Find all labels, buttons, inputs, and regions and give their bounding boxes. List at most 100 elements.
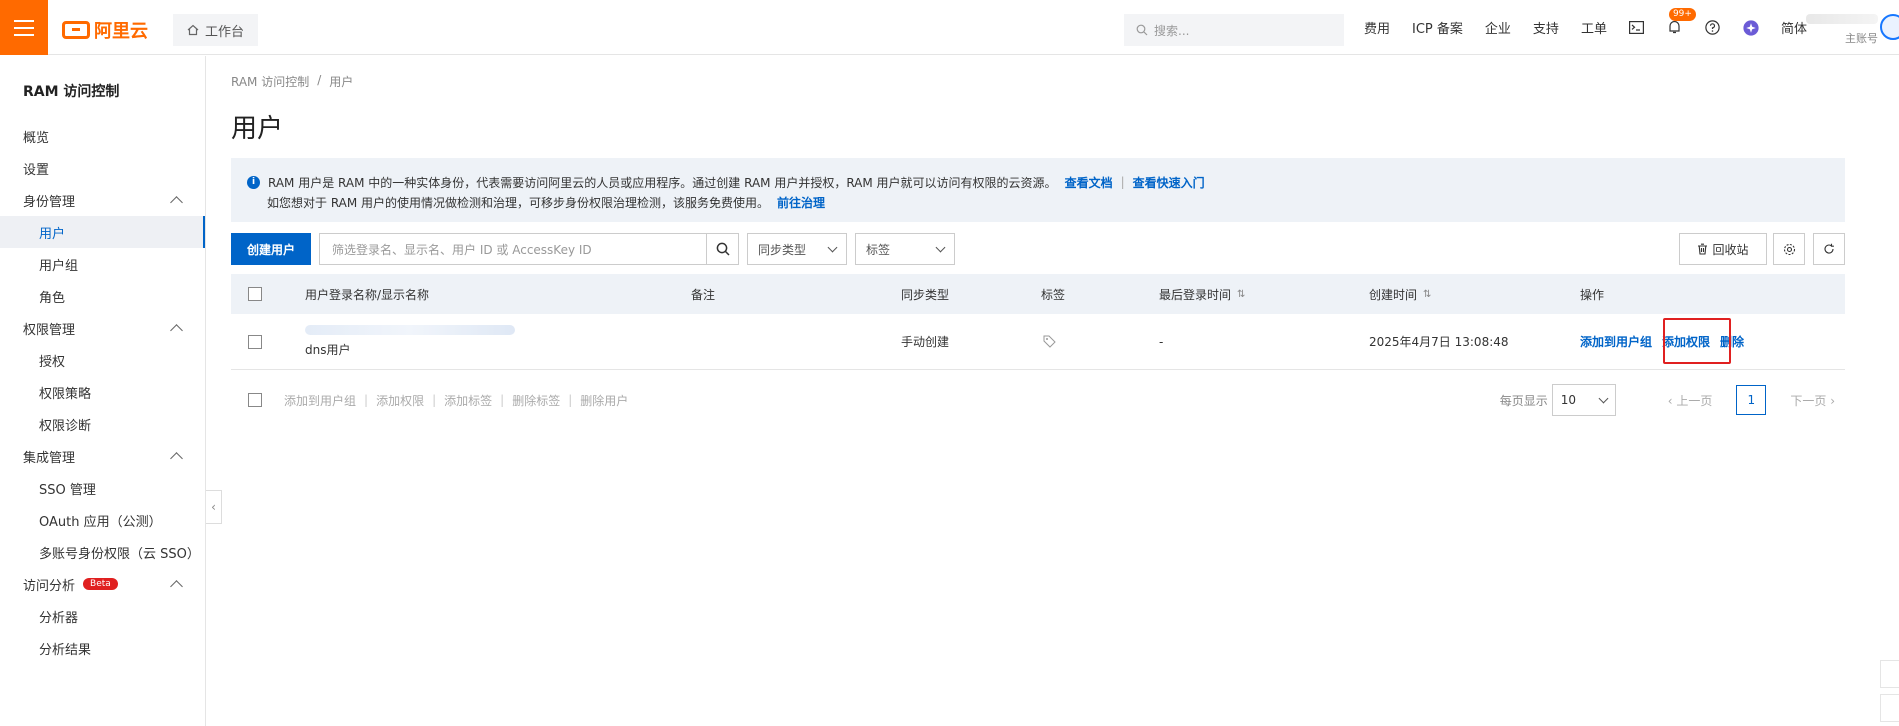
breadcrumb: RAM 访问控制 / 用户 bbox=[231, 73, 353, 90]
sidebar-group-access-analysis[interactable]: 访问分析 Beta bbox=[0, 568, 205, 600]
login-name-redacted[interactable] bbox=[305, 325, 515, 335]
chevron-up-icon bbox=[170, 196, 183, 209]
sidebar-item-overview[interactable]: 概览 bbox=[0, 120, 205, 152]
governance-link[interactable]: 前往治理 bbox=[777, 194, 825, 211]
chevron-up-icon bbox=[170, 580, 183, 593]
sidebar-group-permissions[interactable]: 权限管理 bbox=[0, 312, 205, 344]
table-footer: 添加到用户组 | 添加权限 | 添加标签 | 删除标签 | 删除用户 每页显示 … bbox=[231, 382, 1845, 418]
sidebar-group-integration[interactable]: 集成管理 bbox=[0, 440, 205, 472]
breadcrumb-ram[interactable]: RAM 访问控制 bbox=[231, 73, 309, 90]
nav-support[interactable]: 支持 bbox=[1533, 18, 1559, 37]
page-size-select[interactable]: 10 bbox=[1551, 384, 1616, 416]
batch-remove-tag[interactable]: 删除标签 bbox=[512, 392, 560, 409]
tags-select[interactable]: 标签 bbox=[855, 233, 955, 265]
page-1-button[interactable]: 1 bbox=[1736, 385, 1767, 415]
sync-type-label: 同步类型 bbox=[758, 242, 807, 257]
batch-separator: | bbox=[364, 393, 369, 407]
sidebar-item-label: 权限策略 bbox=[39, 386, 92, 402]
col-username: 用户登录名称/显示名称 bbox=[305, 287, 430, 302]
sidebar-group-identity[interactable]: 身份管理 bbox=[0, 184, 205, 216]
nav-ticket[interactable]: 工单 bbox=[1581, 18, 1607, 37]
batch-separator: | bbox=[432, 393, 437, 407]
chevron-left-icon: ‹ bbox=[211, 500, 216, 514]
cart-icon[interactable] bbox=[1880, 660, 1899, 688]
batch-separator: | bbox=[568, 393, 573, 407]
select-all-checkbox[interactable] bbox=[248, 287, 262, 301]
batch-add-permission[interactable]: 添加权限 bbox=[376, 392, 424, 409]
terminal-icon[interactable] bbox=[1629, 20, 1645, 36]
table-row: dns用户 手动创建 - 2025年4月7日 13:08:48 添加到用户组 添… bbox=[231, 314, 1845, 370]
refresh-button[interactable] bbox=[1813, 233, 1845, 265]
feedback-icon[interactable] bbox=[1880, 694, 1899, 722]
sidebar-item-label: 授权 bbox=[39, 354, 66, 370]
highlight-box bbox=[1663, 318, 1731, 364]
account-menu[interactable]: 主账号 bbox=[1800, 14, 1878, 46]
bell-icon[interactable]: 99+ bbox=[1667, 7, 1696, 36]
sidebar-item-roles[interactable]: 角色 bbox=[0, 280, 205, 312]
col-actions: 操作 bbox=[1580, 287, 1605, 302]
sidebar-item-label: OAuth 应用（公测） bbox=[39, 514, 162, 530]
home-icon bbox=[187, 24, 199, 36]
sidebar-item-sso[interactable]: SSO 管理 bbox=[0, 472, 205, 504]
sidebar-item-users[interactable]: 用户 bbox=[0, 216, 205, 248]
breadcrumb-separator: / bbox=[317, 73, 322, 87]
sidebar-item-label: 用户 bbox=[39, 226, 66, 242]
trash-icon bbox=[1698, 243, 1708, 255]
next-page-button[interactable]: 下一页 › bbox=[1790, 392, 1835, 409]
col-last-login[interactable]: 最后登录时间 ⇅ bbox=[1159, 274, 1245, 314]
sidebar-item-cloud-sso[interactable]: 多账号身份权限（云 SSO） bbox=[0, 536, 205, 568]
batch-delete-users[interactable]: 删除用户 bbox=[580, 392, 628, 409]
sidebar-item-diagnosis[interactable]: 权限诊断 bbox=[0, 408, 205, 440]
user-name-cell: dns用户 bbox=[305, 314, 515, 369]
sidebar-item-label: 访问分析 bbox=[23, 578, 76, 594]
batch-separator: | bbox=[500, 393, 505, 407]
sidebar-collapse-button[interactable]: ‹ bbox=[206, 490, 222, 524]
chevron-down-icon bbox=[935, 242, 946, 252]
recycle-bin-button[interactable]: 回收站 bbox=[1679, 233, 1767, 265]
nav-enterprise[interactable]: 企业 bbox=[1485, 18, 1511, 37]
sidebar-item-analysis-results[interactable]: 分析结果 bbox=[0, 632, 205, 664]
brand-logo[interactable]: 阿里云 bbox=[62, 17, 148, 43]
sidebar-item-settings[interactable]: 设置 bbox=[0, 152, 205, 184]
row-checkbox[interactable] bbox=[248, 334, 262, 349]
tag-icon[interactable] bbox=[1043, 314, 1056, 369]
batch-add-to-group[interactable]: 添加到用户组 bbox=[284, 392, 356, 409]
col-sync-type: 同步类型 bbox=[901, 287, 950, 302]
workbench-button[interactable]: 工作台 bbox=[173, 14, 259, 46]
sidebar-title: RAM 访问控制 bbox=[23, 84, 120, 100]
pagination: 每页显示 10 ‹ 上一页 1 下一页 › bbox=[1500, 382, 1845, 418]
filter-input[interactable]: 筛选登录名、显示名、用户 ID 或 AccessKey ID bbox=[319, 233, 707, 265]
filter-search-button[interactable] bbox=[707, 233, 739, 265]
nav-icp[interactable]: ICP 备案 bbox=[1412, 18, 1463, 37]
sidebar-item-analyzer[interactable]: 分析器 bbox=[0, 600, 205, 632]
next-page-label: 下一页 bbox=[1790, 393, 1827, 408]
aliyun-logo-icon bbox=[62, 21, 90, 39]
sidebar-item-policies[interactable]: 权限策略 bbox=[0, 376, 205, 408]
sidebar-item-grants[interactable]: 授权 bbox=[0, 344, 205, 376]
add-to-group-link[interactable]: 添加到用户组 bbox=[1580, 333, 1652, 350]
col-last-login-label: 最后登录时间 bbox=[1159, 287, 1232, 302]
avatar[interactable] bbox=[1880, 14, 1899, 40]
sidebar-item-user-groups[interactable]: 用户组 bbox=[0, 248, 205, 280]
sync-type-select[interactable]: 同步类型 bbox=[747, 233, 847, 265]
quick-start-link[interactable]: 查看快速入门 bbox=[1133, 174, 1205, 191]
notification-badge: 99+ bbox=[1668, 7, 1696, 21]
global-search-input[interactable]: 搜索... bbox=[1124, 14, 1344, 46]
sort-icon: ⇅ bbox=[1423, 288, 1432, 300]
settings-button[interactable] bbox=[1773, 233, 1805, 265]
view-docs-link[interactable]: 查看文档 bbox=[1065, 174, 1113, 191]
help-icon[interactable] bbox=[1705, 20, 1721, 36]
menu-icon[interactable] bbox=[0, 0, 48, 55]
col-created[interactable]: 创建时间 ⇅ bbox=[1369, 274, 1431, 314]
prev-page-button[interactable]: ‹ 上一页 bbox=[1668, 392, 1713, 409]
create-user-button[interactable]: 创建用户 bbox=[231, 233, 312, 265]
search-icon bbox=[716, 242, 730, 256]
floating-side-tools bbox=[1880, 660, 1899, 726]
batch-select-checkbox[interactable] bbox=[248, 393, 262, 407]
nav-fees[interactable]: 费用 bbox=[1364, 18, 1390, 37]
sidebar-item-oauth[interactable]: OAuth 应用（公测） bbox=[0, 504, 205, 536]
notice-text-1: RAM 用户是 RAM 中的一种实体身份，代表需要访问阿里云的人员或应用程序。通… bbox=[268, 175, 1057, 190]
batch-add-tag[interactable]: 添加标签 bbox=[444, 392, 492, 409]
sidebar-item-label: 设置 bbox=[23, 162, 50, 178]
ai-assistant-icon[interactable] bbox=[1743, 19, 1759, 36]
